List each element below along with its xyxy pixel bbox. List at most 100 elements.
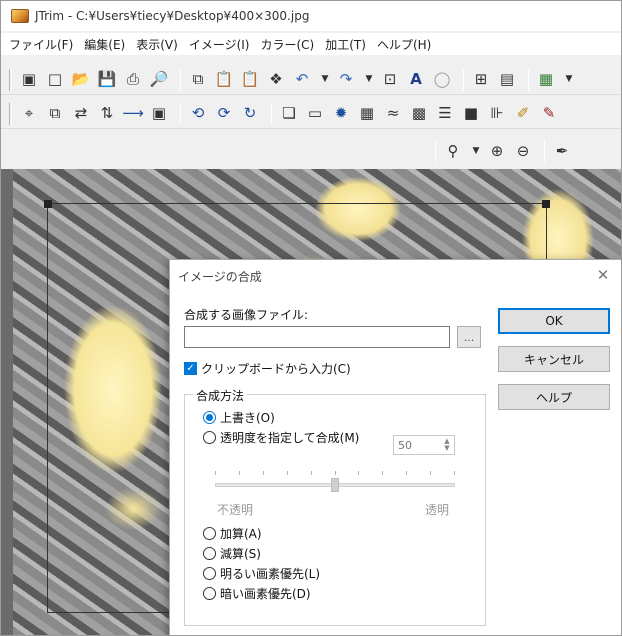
opacity-spinner[interactable]: 50 ▲ ▼ [393,435,455,455]
eyedropper-icon[interactable]: ✒ [551,140,573,162]
radio-subtract[interactable] [203,547,216,560]
option-darken[interactable]: 暗い画素優先(D) [203,585,311,602]
toolbar-separator [271,102,272,125]
toolbar-separator [463,68,464,91]
sharpen-icon[interactable]: ⊪ [486,103,508,125]
burst-icon[interactable]: ✹ [330,103,352,125]
browse-button[interactable]: ... [457,326,481,348]
opacity-value[interactable]: 50 [394,439,440,452]
flip-h-icon[interactable]: ⇄ [70,103,92,125]
color-icon[interactable]: ▦ [535,69,557,91]
grid-icon[interactable]: ⊞ [470,69,492,91]
crop-icon[interactable]: ⌖ [18,103,40,125]
ok-button[interactable]: OK [498,308,610,334]
undo-dropdown-icon[interactable]: ▼ [317,69,333,91]
slider-min-label: 不透明 [217,503,254,517]
resize-icon[interactable]: ⧉ [44,103,66,125]
rect-icon[interactable]: ▭ [304,103,326,125]
merge-icon[interactable]: ⟶ [122,103,144,125]
option-subtract[interactable]: 減算(S) [203,545,261,562]
new-window-icon[interactable]: ▣ [18,69,40,91]
zoom-dropdown-arrow-icon[interactable]: ▼ [468,140,484,162]
selection-handle-tr[interactable] [542,200,550,208]
toolbar-grip[interactable] [9,68,12,91]
main-toolbar: ▣ □ 📂 💾 ⎙ 🔎 ⧉ 📋 📋 ❖ ↶ ▼ ↷ ▼ ⊡ A ◯ ⊞ ▤ ▦ … [1,65,621,95]
option-label[interactable]: 加算(A) [220,525,262,542]
save-icon[interactable]: 💾 [96,69,118,91]
menu-file[interactable]: ファイル(F) [5,34,80,55]
flip-v-icon[interactable]: ⇅ [96,103,118,125]
slider-tick [406,471,407,475]
slider-thumb[interactable] [331,478,339,492]
toolbar-separator [544,140,545,162]
option-overwrite[interactable]: 上書き(O) [203,409,275,426]
sepia-icon[interactable]: ▩ [408,103,430,125]
color-dropdown-icon[interactable]: ▼ [561,69,577,91]
frame-icon[interactable]: ▣ [148,103,170,125]
stamp-icon[interactable]: ◯ [431,69,453,91]
paste-icon[interactable]: 📋 [213,69,235,91]
panel-icon[interactable]: ▤ [496,69,518,91]
option-label[interactable]: 明るい画素優先(L) [220,565,320,582]
shadow-icon[interactable]: ❏ [278,103,300,125]
radio-overwrite[interactable] [203,411,216,424]
rotate-90-right-icon[interactable]: ⟳ [213,103,235,125]
opacity-slider[interactable] [215,471,455,497]
brush-icon[interactable]: ❖ [265,69,287,91]
eraser-icon[interactable]: ✎ [538,103,560,125]
option-label[interactable]: 減算(S) [220,545,261,562]
print-icon[interactable]: ⎙ [122,69,144,91]
menu-process[interactable]: 加工(T) [321,34,373,55]
selection-handle-tl[interactable] [44,200,52,208]
file-label: 合成する画像ファイル: [184,308,309,322]
option-lighten[interactable]: 明るい画素優先(L) [203,565,320,582]
help-button[interactable]: ヘルプ [498,384,610,410]
radio-darken[interactable] [203,587,216,600]
rotate-90-left-icon[interactable]: ⟲ [187,103,209,125]
fit-window-icon[interactable]: ⊡ [379,69,401,91]
radio-lighten[interactable] [203,567,216,580]
menu-edit[interactable]: 編集(E) [80,34,132,55]
undo-icon[interactable]: ↶ [291,69,313,91]
clipboard-label[interactable]: クリップボードから入力(C) [201,360,351,377]
clipboard-checkbox[interactable]: ✓ [184,362,197,375]
rotate-free-icon[interactable]: ↻ [239,103,261,125]
toolbar-grip[interactable] [9,102,12,125]
black-icon[interactable]: ■ [460,103,482,125]
close-icon[interactable]: ✕ [594,266,612,284]
redo-dropdown-icon[interactable]: ▼ [361,69,377,91]
file-path-input[interactable] [184,326,450,348]
menu-view[interactable]: 表示(V) [132,34,185,55]
text-icon[interactable]: A [405,69,427,91]
menu-image[interactable]: イメージ(I) [185,34,257,55]
wave-icon[interactable]: ≈ [382,103,404,125]
copy-icon[interactable]: ⧉ [187,69,209,91]
radio-add[interactable] [203,527,216,540]
option-label[interactable]: 透明度を指定して合成(M) [220,429,359,446]
cancel-button[interactable]: キャンセル [498,346,610,372]
clipboard-checkbox-row[interactable]: ✓ クリップボードから入力(C) [184,360,351,377]
lines-icon[interactable]: ☰ [434,103,456,125]
spin-down-icon[interactable]: ▼ [444,445,449,452]
zoom-out-icon[interactable]: ⊖ [512,140,534,162]
option-label[interactable]: 暗い画素優先(D) [220,585,311,602]
zoom-dropdown-icon[interactable]: ⚲ [442,140,464,162]
jtrim-app-icon [11,9,29,23]
slider-tick [311,471,312,475]
menu-help[interactable]: ヘルプ(H) [373,34,438,55]
pen-icon[interactable]: ✐ [512,103,534,125]
new-file-icon[interactable]: □ [44,69,66,91]
radio-opacity[interactable] [203,431,216,444]
open-folder-icon[interactable]: 📂 [70,69,92,91]
option-opacity[interactable]: 透明度を指定して合成(M) [203,429,359,446]
option-label[interactable]: 上書き(O) [220,409,275,426]
menu-color[interactable]: カラー(C) [256,34,321,55]
toolbar-separator [528,68,529,91]
print-preview-icon[interactable]: 🔎 [148,69,170,91]
mosaic-icon[interactable]: ▦ [356,103,378,125]
zoom-in-icon[interactable]: ⊕ [486,140,508,162]
redo-icon[interactable]: ↷ [335,69,357,91]
paste-new-icon[interactable]: 📋 [239,69,261,91]
spinner-arrows[interactable]: ▲ ▼ [440,436,454,454]
option-add[interactable]: 加算(A) [203,525,262,542]
